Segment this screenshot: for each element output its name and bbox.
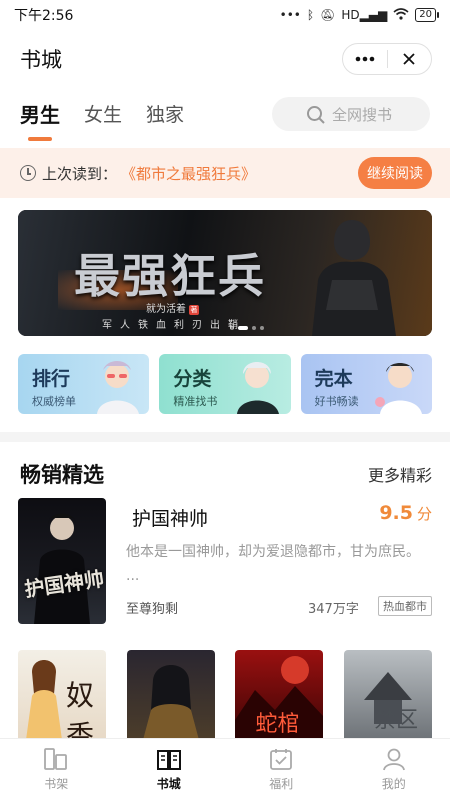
banner-dot[interactable] (260, 326, 264, 330)
page-title: 书城 (20, 48, 62, 72)
book-cover[interactable]: 蛇棺 (235, 650, 324, 738)
completed-card[interactable]: 完本 好书畅读 (300, 354, 432, 414)
continue-reading-button[interactable]: 继续阅读 (358, 157, 432, 189)
nav-label: 书架 (44, 777, 69, 791)
nav-bookstore[interactable]: 书城 (113, 739, 226, 800)
last-read-label: 上次读到： (42, 164, 118, 183)
status-icons: ••• ᛒ 🔕︎ HD▂▄▆ 20 (279, 7, 439, 23)
more-link[interactable]: 更多精彩 (368, 462, 432, 486)
book-open-icon (156, 750, 181, 770)
nav-bookshelf[interactable]: 书架 (0, 739, 113, 800)
book-grid: 奴香 蛇棺 禁区 (18, 650, 432, 738)
tab-exclusive[interactable]: 独家 (146, 95, 184, 135)
channel-tabs: 男生 女生 独家 全网搜书 (0, 92, 450, 141)
book-word-count: 347万字 (308, 602, 359, 617)
nav-welfare[interactable]: 福利 (225, 739, 338, 800)
mini-program-capsule (342, 43, 432, 75)
book-cover[interactable]: 护国神帅 (18, 498, 106, 624)
card-character-illustration (374, 363, 422, 414)
ranking-card[interactable]: 排行 权威榜单 (18, 354, 150, 414)
status-time: 下午2:56 (14, 8, 74, 24)
banner-slogan: 军人铁血利刃出鞘 (102, 320, 246, 331)
book-title[interactable]: 护国神帅 (132, 504, 208, 531)
app-header: 书城 (0, 30, 450, 88)
banner-pagination (230, 326, 264, 330)
bookshelf-icon (44, 748, 68, 770)
book-score: 9.5 分 (379, 502, 432, 524)
book-description: 他本是一国神帅，却为爱退隐都市，甘为庶民。 ... (126, 544, 420, 584)
battery-icon: 20 (415, 8, 439, 22)
cover-title: 禁区 (373, 708, 418, 733)
last-read-book[interactable]: 《都市之最强狂兵》 (121, 163, 256, 184)
clock-icon (20, 165, 36, 181)
tab-male[interactable]: 男生 (20, 95, 60, 141)
section-divider (0, 432, 450, 442)
promo-banner[interactable]: 最强狂兵 就为活着著 军人铁血利刃出鞘 (18, 210, 432, 336)
score-value: 9.5 (379, 502, 413, 524)
featured-book[interactable]: 护国神帅 护国神帅 9.5 分 他本是一国神帅，却为爱退隐都市，甘为庶民。 ...… (18, 498, 432, 626)
more-button[interactable] (343, 44, 387, 74)
cover-title: 奴香 (66, 679, 95, 738)
banner-author: 就为活着著 (146, 300, 199, 315)
category-card[interactable]: 分类 精准找书 (159, 354, 291, 414)
cover-title: 蛇棺 (255, 712, 300, 737)
nav-label: 福利 (269, 777, 294, 791)
genre-tag: 热血都市 (378, 596, 432, 616)
section-title: 畅销精选 (20, 463, 104, 487)
status-bar: 下午2:56 ••• ᛒ 🔕︎ HD▂▄▆ 20 (0, 0, 450, 30)
wifi-icon (393, 7, 409, 23)
banner-title: 最强狂兵 (74, 249, 266, 303)
banner-author-name: 就为活着 (146, 304, 186, 315)
cover-illustration (143, 665, 199, 738)
bottom-navigation: 书架 书城 福利 我的 (0, 738, 450, 800)
close-button[interactable] (388, 44, 432, 74)
close-icon (403, 53, 415, 65)
calendar-check-icon (270, 749, 293, 770)
card-character-illustration (236, 362, 279, 414)
user-icon (382, 748, 405, 771)
category-cards: 排行 权威榜单 分类 精准找书 完本 好书畅读 (18, 354, 432, 414)
more-notifications-icon: ••• (279, 8, 301, 22)
mute-icon: 🔕︎ (320, 8, 336, 22)
search-placeholder: 全网搜书 (332, 105, 393, 124)
signal-icon: HD▂▄▆ (341, 8, 388, 22)
banner-dot-active[interactable] (238, 326, 248, 330)
book-cover[interactable]: 禁区 (343, 650, 432, 738)
nav-label: 书城 (156, 777, 181, 791)
last-read-bar[interactable]: 上次读到： 《都市之最强狂兵》 继续阅读 (0, 148, 450, 198)
cover-figure-illustration (34, 513, 90, 624)
more-dots-icon (355, 56, 375, 62)
bluetooth-icon: ᛒ (306, 8, 315, 22)
book-cover[interactable] (126, 650, 215, 738)
search-icon (307, 106, 325, 124)
nav-mine[interactable]: 我的 (338, 739, 450, 800)
banner-dot[interactable] (252, 326, 256, 330)
score-unit: 分 (416, 505, 432, 523)
banner-author-badge: 著 (189, 305, 199, 315)
banner-dot[interactable] (230, 326, 234, 330)
search-input[interactable]: 全网搜书 (272, 97, 430, 131)
card-character-illustration (97, 361, 140, 414)
book-cover[interactable]: 奴香 (18, 650, 106, 738)
tab-female[interactable]: 女生 (84, 95, 122, 135)
book-author: 至尊狗剩 (126, 602, 179, 617)
nav-label: 我的 (381, 777, 406, 791)
banner-soldier-illustration (312, 220, 396, 336)
section-header: 畅销精选 更多精彩 (20, 458, 432, 490)
